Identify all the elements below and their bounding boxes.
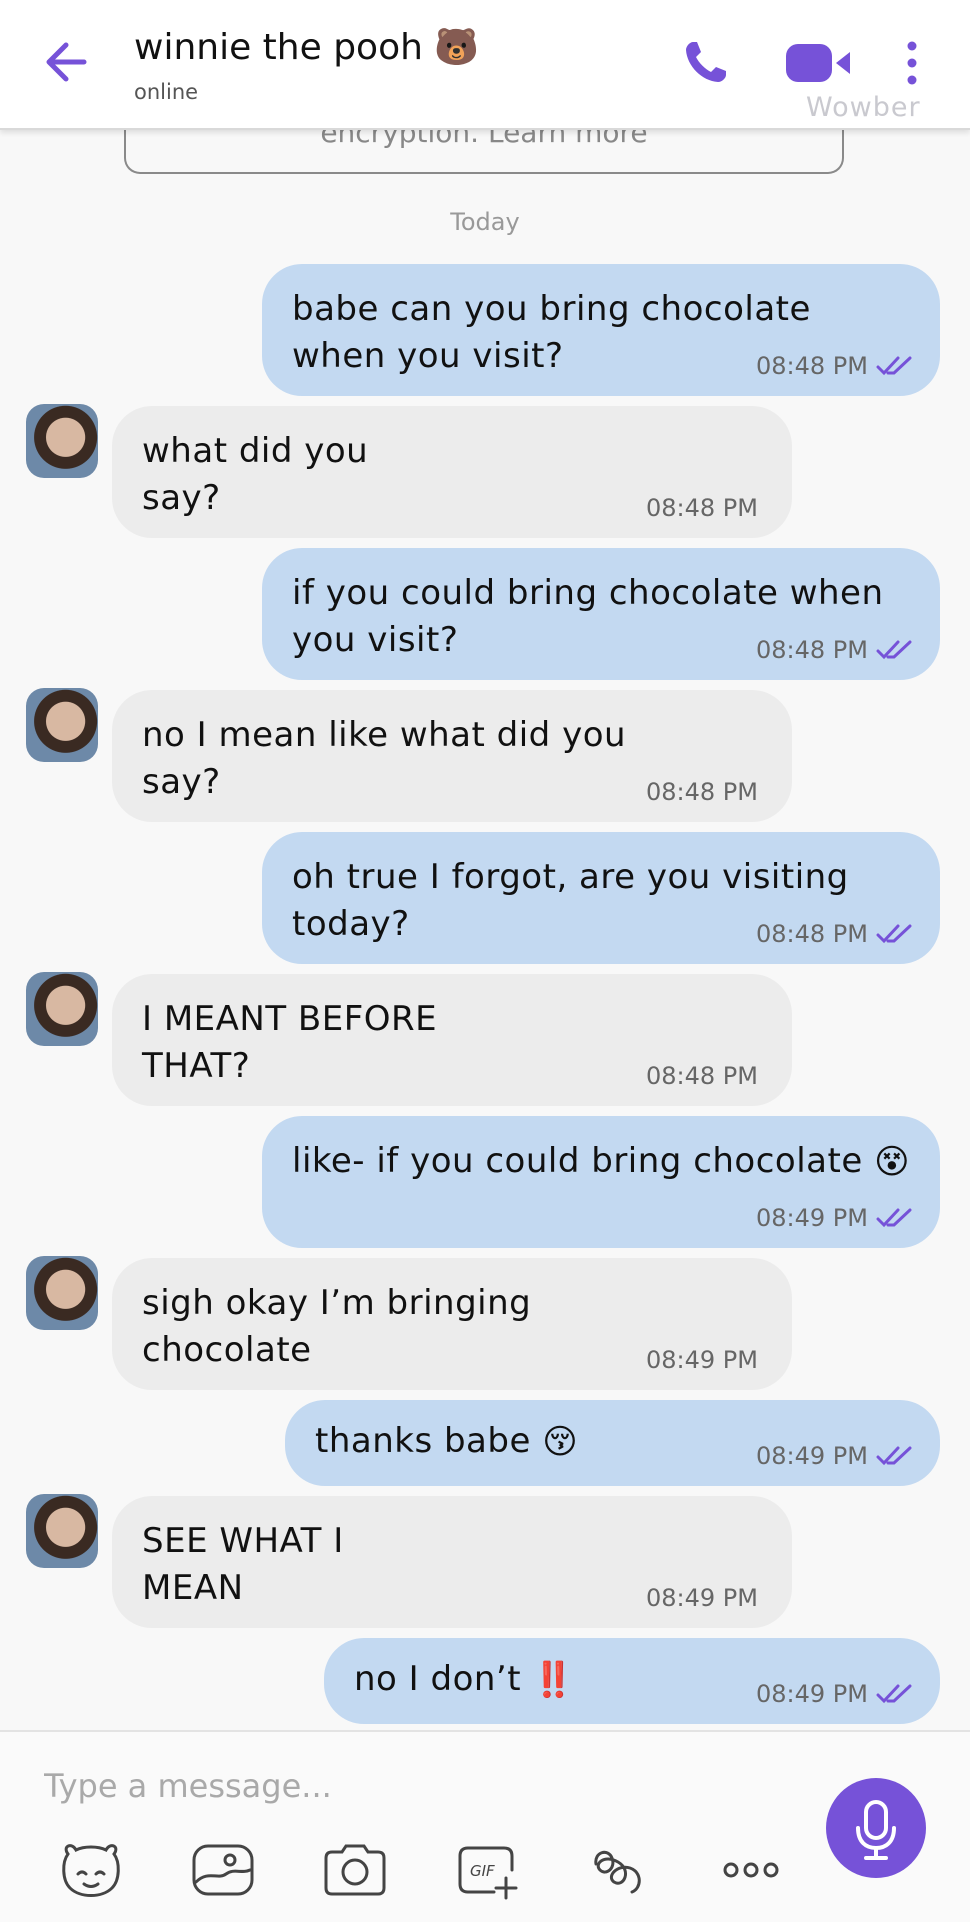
double-check-icon [876,1208,912,1228]
message-meta: 08:49 PM [756,1204,914,1232]
message-time: 08:49 PM [756,1442,868,1470]
gallery-icon[interactable] [188,1840,258,1900]
kissing-face-emoji: 😚 [542,1422,579,1462]
message-meta: 08:48 PM [646,494,758,522]
message-time: 08:48 PM [646,1062,758,1090]
message-bubble-outgoing[interactable]: like- if you could bring chocolate 😵 08:… [262,1116,940,1248]
gif-icon[interactable]: GIF [452,1840,522,1900]
video-camera-icon[interactable] [784,40,854,86]
message-bubble-outgoing[interactable]: thanks babe 😚 08:49 PM [285,1400,940,1486]
message-text: no I mean like what did you say? [142,715,627,802]
message-bubble-outgoing[interactable]: no I don’t ‼️ 08:49 PM [324,1638,940,1724]
camera-icon[interactable] [320,1840,390,1900]
avatar[interactable] [26,1494,98,1568]
doodle-icon[interactable] [584,1840,654,1900]
message-meta: 08:49 PM [646,1584,758,1612]
more-options-icon[interactable] [716,1840,786,1900]
message-meta: 08:49 PM [756,1680,914,1708]
message-time: 08:48 PM [756,636,868,664]
double-check-icon [876,640,912,660]
message-bubble-incoming[interactable]: SEE WHAT I MEAN 08:49 PM [112,1496,792,1628]
message-composer: GIF [0,1730,970,1922]
more-vertical-icon[interactable] [898,38,926,88]
avatar[interactable] [26,972,98,1046]
sticker-icon[interactable] [56,1840,126,1900]
message-bubble-incoming[interactable]: no I mean like what did you say? 08:48 P… [112,690,792,822]
message-meta: 08:48 PM [646,1062,758,1090]
message-meta: 08:49 PM [756,1442,914,1470]
message-text: what did you say? [142,431,369,518]
message-bubble-incoming[interactable]: sigh okay I’m bringing chocolate 08:49 P… [112,1258,792,1390]
message-text-content: no I don’t [354,1659,522,1699]
message-time: 08:49 PM [756,1680,868,1708]
message-bubble-outgoing[interactable]: if you could bring chocolate when you vi… [262,548,940,680]
message-meta: 08:49 PM [646,1346,758,1374]
chat-header: winnie the pooh 🐻 online Wowber [0,0,970,130]
double-check-icon [876,924,912,944]
message-bubble-outgoing[interactable]: oh true I forgot, are you visiting today… [262,832,940,964]
message-text: SEE WHAT I MEAN [142,1521,344,1608]
double-check-icon [876,356,912,376]
phone-icon[interactable] [680,36,732,88]
watermark-text: Wowber [806,92,921,123]
message-text: sigh okay I’m bringing chocolate [142,1283,532,1370]
avatar[interactable] [26,404,98,478]
message-meta: 08:48 PM [646,778,758,806]
dizzy-face-emoji: 😵 [874,1142,911,1182]
back-arrow-icon[interactable] [40,36,92,88]
double-check-icon [876,1684,912,1704]
contact-status: online [134,80,199,104]
message-time: 08:48 PM [646,778,758,806]
message-bubble-incoming[interactable]: what did you say? 08:48 PM [112,406,792,538]
message-text-content: thanks babe [315,1421,531,1461]
message-time: 08:48 PM [756,352,868,380]
message-bubble-incoming[interactable]: I MEANT BEFORE THAT? 08:48 PM [112,974,792,1106]
double-exclamation-emoji: ‼️ [532,1660,576,1700]
contact-name[interactable]: winnie the pooh 🐻 [134,26,479,68]
avatar[interactable] [26,688,98,762]
double-check-icon [876,1446,912,1466]
microphone-icon[interactable] [826,1778,926,1878]
message-time: 08:49 PM [756,1204,868,1232]
message-meta: 08:48 PM [756,636,914,664]
message-bubble-outgoing[interactable]: babe can you bring chocolate when you vi… [262,264,940,396]
message-text: no I don’t ‼️ [354,1656,654,1704]
message-text: like- if you could bring chocolate 😵 [292,1138,912,1186]
avatar[interactable] [26,1256,98,1330]
message-text: I MEANT BEFORE THAT? [142,999,438,1086]
message-text: thanks babe 😚 [315,1418,735,1466]
message-time: 08:48 PM [646,494,758,522]
message-text-content: like- if you could bring chocolate [292,1141,863,1181]
message-time: 08:48 PM [756,920,868,948]
message-input[interactable] [44,1758,784,1814]
svg-text:GIF: GIF [470,1862,495,1880]
message-time: 08:49 PM [646,1584,758,1612]
message-meta: 08:48 PM [756,920,914,948]
message-meta: 08:48 PM [756,352,914,380]
date-separator: Today [450,208,520,236]
message-time: 08:49 PM [646,1346,758,1374]
